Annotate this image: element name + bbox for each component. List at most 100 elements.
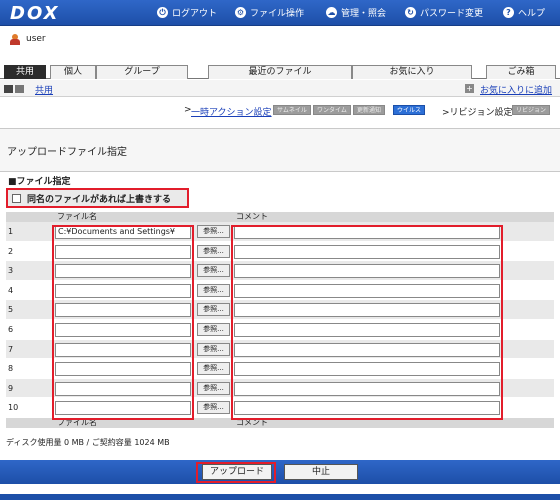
- section-label: ■ファイル指定: [8, 177, 71, 187]
- add-favorite-link[interactable]: お気に入りに追加: [480, 83, 552, 96]
- tab-personal[interactable]: 個人: [50, 65, 96, 79]
- comment-input[interactable]: [234, 342, 500, 357]
- row-number: 5: [8, 305, 14, 315]
- file-name-input[interactable]: [55, 264, 191, 279]
- table-row: 1 C:¥Documents and Settings¥ 参照...: [6, 222, 554, 242]
- comment-input[interactable]: [234, 401, 500, 416]
- nav-file-operation[interactable]: ⚙ ファイル操作: [235, 6, 304, 19]
- revision-button[interactable]: リビジョン: [512, 105, 551, 115]
- browse-button[interactable]: 参照...: [197, 362, 230, 376]
- browse-button[interactable]: 参照...: [197, 322, 230, 336]
- file-name-input[interactable]: C:¥Documents and Settings¥: [55, 225, 191, 239]
- cancel-button[interactable]: 中止: [284, 464, 358, 480]
- table-row: 6 参照...: [6, 319, 554, 340]
- comment-input[interactable]: [234, 362, 500, 377]
- nav-file-operation-label: ファイル操作: [250, 9, 305, 19]
- footer-bar: アップロード 中止: [0, 460, 560, 484]
- row-number: 8: [8, 364, 14, 374]
- row-number: 1: [8, 227, 14, 236]
- options-bar: > 一時アクション設定 サムネイル ワンタイム 更新通知 ウイルス >リビジョン…: [0, 102, 560, 118]
- nav-password-label: パスワード変更: [420, 9, 484, 19]
- disk-usage: ディスク使用量 0 MB / ご契約容量 1024 MB: [6, 438, 170, 447]
- nav-admin-label: 管理・照会: [341, 9, 387, 19]
- virus-button[interactable]: ウイルス: [393, 105, 426, 115]
- browse-button[interactable]: 参照...: [197, 303, 230, 317]
- update-notify-button[interactable]: 更新通知: [353, 105, 386, 115]
- tab-group[interactable]: グループ: [96, 65, 188, 79]
- tab-favorites[interactable]: お気に入り: [352, 65, 472, 79]
- comment-input[interactable]: [234, 283, 500, 298]
- file-name-input[interactable]: [55, 244, 191, 259]
- user-info: user: [10, 32, 46, 46]
- view-toggle-icon[interactable]: [4, 84, 26, 94]
- browse-button[interactable]: 参照...: [197, 342, 230, 356]
- file-name-input[interactable]: [55, 362, 191, 377]
- dox-logo: DOX: [10, 3, 60, 24]
- user-name: user: [26, 34, 46, 44]
- browse-button[interactable]: 参照...: [197, 244, 230, 258]
- tab-bar: 共用 個人 グループ 最近のファイル お気に入り ごみ箱: [0, 64, 560, 79]
- temp-action-settings-link[interactable]: 一時アクション設定: [191, 105, 272, 118]
- row-number: 9: [8, 383, 14, 393]
- table-row: 5 参照...: [6, 300, 554, 320]
- file-operation-icon: ⚙: [235, 7, 246, 18]
- help-icon: ?: [503, 7, 514, 18]
- row-number: 6: [8, 324, 14, 334]
- browse-button[interactable]: 参照...: [197, 225, 230, 238]
- revision-settings-label: >リビジョン設定: [442, 108, 513, 118]
- password-icon: ↻: [405, 7, 416, 18]
- overwrite-label: 同名のファイルがあれば上書きする: [27, 194, 172, 205]
- thumbnail-button[interactable]: サムネイル: [273, 105, 311, 115]
- breadcrumb-shared[interactable]: 共用: [35, 83, 53, 96]
- overwrite-checkbox[interactable]: [12, 193, 21, 203]
- nav-admin[interactable]: ☁ 管理・照会: [326, 6, 386, 19]
- panel-header: アップロードファイル指定: [0, 128, 560, 172]
- file-name-input[interactable]: [55, 342, 191, 357]
- upload-button[interactable]: アップロード: [202, 464, 272, 480]
- table-row: 3 参照...: [6, 261, 554, 281]
- file-name-input[interactable]: [55, 322, 191, 337]
- row-number: 4: [8, 285, 14, 295]
- comment-input[interactable]: [234, 264, 500, 279]
- comment-input[interactable]: [234, 225, 500, 239]
- file-name-input[interactable]: [55, 381, 191, 396]
- row-number: 7: [8, 344, 14, 354]
- admin-icon: ☁: [326, 7, 337, 18]
- table-footer-header: ファイル名 コメント: [6, 417, 554, 428]
- table-row: 9 参照...: [6, 378, 554, 399]
- file-name-input[interactable]: [55, 303, 191, 318]
- browse-button[interactable]: 参照...: [197, 401, 230, 415]
- browse-button[interactable]: 参照...: [197, 381, 230, 395]
- tab-shared[interactable]: 共用: [4, 65, 46, 79]
- browse-button[interactable]: 参照...: [197, 264, 230, 278]
- nav-logout[interactable]: ⏻ ログアウト: [157, 6, 217, 19]
- tab-trash[interactable]: ごみ箱: [486, 65, 556, 79]
- column-footer-comment: コメント: [236, 417, 268, 427]
- file-name-input[interactable]: [55, 283, 191, 298]
- onetime-button[interactable]: ワンタイム: [313, 105, 351, 115]
- nav-password[interactable]: ↻ パスワード変更: [405, 6, 483, 19]
- file-name-input[interactable]: [55, 401, 191, 416]
- browse-button[interactable]: 参照...: [197, 283, 230, 297]
- comment-input[interactable]: [234, 381, 500, 396]
- row-number: 2: [8, 246, 14, 256]
- table-row: 8 参照...: [6, 359, 554, 379]
- page-title: アップロードファイル指定: [7, 147, 127, 158]
- nav-logout-label: ログアウト: [172, 9, 218, 19]
- comment-input[interactable]: [234, 322, 500, 337]
- comment-input[interactable]: [234, 244, 500, 259]
- upload-table: ファイル名 コメント 1 C:¥Documents and Settings¥ 参照…: [6, 212, 554, 428]
- top-header: DOX ⏻ ログアウト ⚙ ファイル操作 ☁ 管理・照会 ↻ パスワード変更 ?…: [0, 0, 560, 26]
- table-row: 10 参照...: [6, 398, 554, 418]
- table-header: ファイル名 コメント: [6, 212, 554, 222]
- overwrite-option[interactable]: 同名のファイルがあれば上書きする: [6, 188, 189, 208]
- nav-help-label: ヘルプ: [518, 9, 546, 19]
- table-body: 1 C:¥Documents and Settings¥ 参照... 2 参照... 3 参…: [6, 222, 554, 418]
- row-number: 3: [8, 266, 14, 276]
- add-favorite-icon[interactable]: +: [465, 84, 474, 93]
- table-row: 7 参照...: [6, 339, 554, 360]
- comment-input[interactable]: [234, 303, 500, 318]
- column-footer-file: ファイル名: [57, 417, 97, 427]
- nav-help[interactable]: ? ヘルプ: [503, 6, 545, 19]
- tab-recent-files[interactable]: 最近のファイル: [208, 65, 352, 79]
